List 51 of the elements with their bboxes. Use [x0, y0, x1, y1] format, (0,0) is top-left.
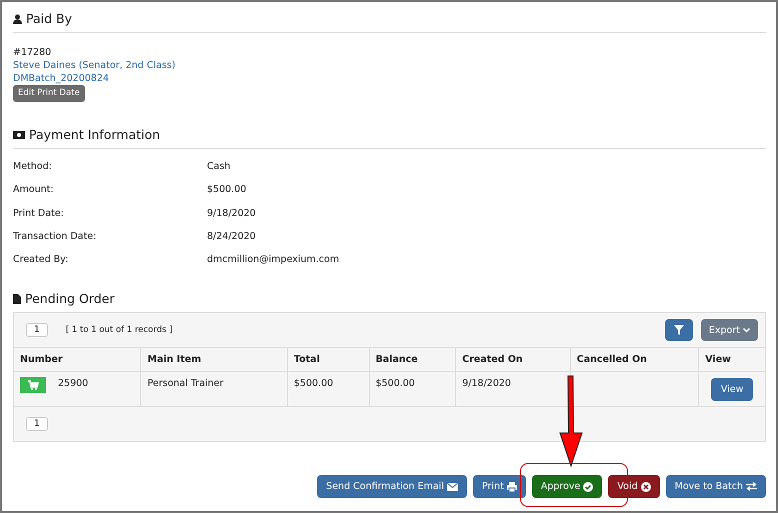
field-value: 8/24/2020 [207, 230, 256, 244]
action-button[interactable]: Move to Batch [666, 475, 766, 498]
field-value: $500.00 [207, 184, 246, 198]
column-header: Cancelled On [570, 348, 698, 372]
column-header: Total [286, 348, 369, 372]
edit-print-date-button[interactable]: Edit Print Date [13, 85, 85, 102]
envelope-icon [446, 482, 458, 491]
table-cell: $500.00 [294, 378, 334, 390]
document-icon [13, 294, 21, 304]
field-label: Amount: [13, 184, 55, 198]
table-cell: 9/18/2020 [462, 378, 511, 390]
field-value: Cash [207, 161, 230, 174]
records-count: [ 1 to 1 out of 1 records ] [66, 325, 172, 336]
column-header: View [698, 348, 765, 372]
payment-number: #17280 [13, 46, 52, 59]
view-button[interactable]: View [710, 378, 754, 402]
payer-link[interactable]: Steve Daines (Senator, 2nd Class) [13, 59, 766, 72]
column-header: Main Item [140, 348, 287, 372]
section-title: Paid By [26, 11, 72, 26]
field-label: Created By: [13, 254, 70, 268]
action-button[interactable]: Print [472, 475, 526, 498]
page-number[interactable]: 1 [26, 417, 48, 432]
swap-arrows-icon [746, 482, 757, 492]
caret-icon [743, 328, 750, 333]
field-label: Print Date: [13, 208, 65, 221]
action-button[interactable]: Approve [532, 475, 602, 498]
printer-icon [506, 482, 517, 492]
check-circle-icon [583, 482, 594, 492]
cart-icon [20, 377, 46, 394]
column-header: Created On [455, 348, 570, 372]
filter-button[interactable] [664, 319, 693, 342]
table-cell: Personal Trainer [147, 378, 224, 390]
field-label: Transaction Date: [13, 230, 98, 244]
column-header: Number [19, 353, 64, 368]
money-icon [13, 130, 25, 138]
batch-link[interactable]: DMBatch_20200824 [13, 72, 766, 85]
field-value: 9/18/2020 [207, 208, 256, 221]
export-button[interactable]: Export [700, 319, 758, 342]
table-cell: 25900 [58, 378, 88, 390]
section-title: Payment Information [29, 127, 160, 142]
page-number[interactable]: 1 [26, 323, 48, 338]
action-button[interactable]: Void [608, 475, 660, 498]
x-circle-icon [640, 482, 651, 492]
filter-icon [674, 325, 684, 336]
table-cell: $500.00 [376, 378, 415, 390]
action-button[interactable]: Send Confirmation Email [317, 475, 467, 498]
field-label: Method: [13, 161, 53, 174]
column-header: Balance [368, 348, 456, 372]
field-value: dmcmillion@impexium.com [207, 254, 340, 268]
person-icon [13, 14, 22, 24]
section-title: Pending Order [25, 291, 114, 306]
